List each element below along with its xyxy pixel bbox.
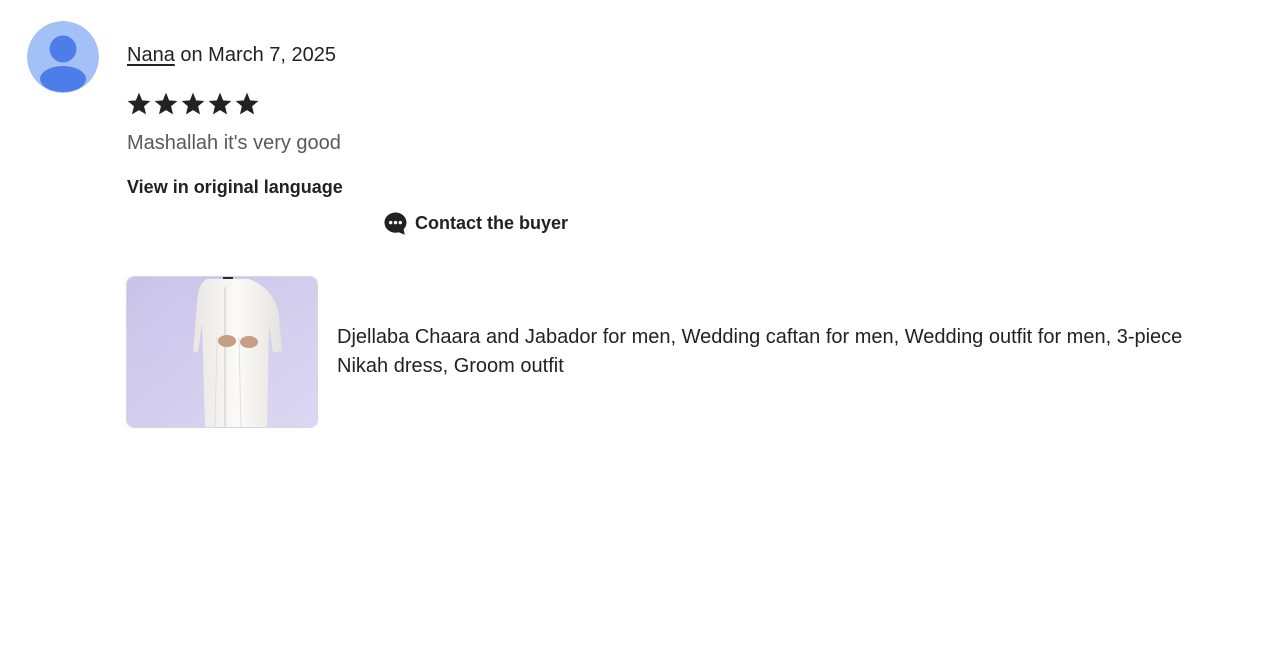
contact-buyer-label: Contact the buyer <box>415 213 569 233</box>
reviewer-name-link[interactable]: Nana <box>127 44 175 66</box>
star-icon <box>154 92 178 115</box>
review-date: on March 7, 2025 <box>180 44 337 66</box>
star-icon <box>235 92 259 115</box>
review-byline: Nana on March 7, 2025 <box>127 42 336 68</box>
review-text: Mashallah it's very good <box>127 132 341 154</box>
contact-buyer-button[interactable]: Contact the buyer <box>383 210 568 236</box>
star-rating <box>126 91 260 117</box>
item-thumbnail[interactable] <box>126 276 318 428</box>
review-card: Nana on March 7, 2025 Mashallah it's ver… <box>0 0 1267 648</box>
star-icon <box>181 92 205 115</box>
person-silhouette-icon <box>27 21 99 93</box>
star-icon <box>127 92 151 115</box>
chat-bubble-dots-icon <box>384 212 407 235</box>
avatar <box>27 21 99 93</box>
purchased-item-link[interactable]: Djellaba Chaara and Jabador for men, Wed… <box>126 276 1187 428</box>
view-original-language-link[interactable]: View in original language <box>127 175 343 199</box>
item-title[interactable]: Djellaba Chaara and Jabador for men, Wed… <box>337 323 1187 381</box>
star-icon <box>208 92 232 115</box>
item-thumbnail-image <box>127 277 317 427</box>
